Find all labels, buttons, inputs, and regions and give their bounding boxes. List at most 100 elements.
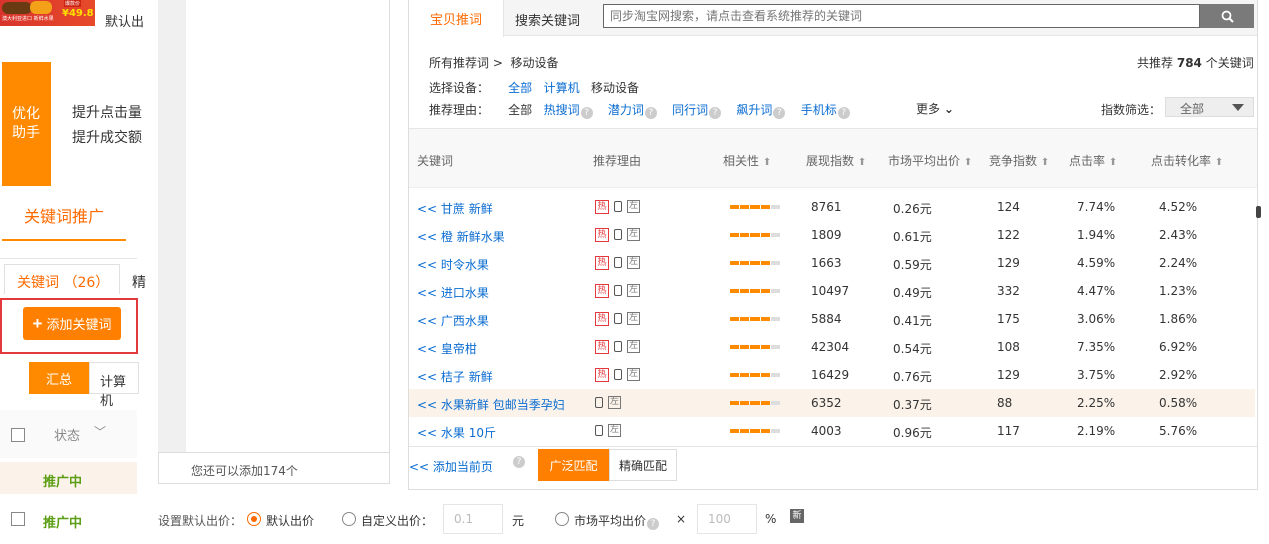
help-icon[interactable]: ? bbox=[513, 456, 525, 468]
promo-banner-image: 爆款价 澳大利亚进口 新鲜水果 ¥49.8 bbox=[0, 0, 95, 26]
reason-option-mobile[interactable]: 手机标 bbox=[801, 103, 837, 117]
reason-option-all[interactable]: 全部 bbox=[508, 103, 532, 117]
table-row[interactable]: << 甘蔗 新鲜热左 8761 0.26元 124 7.74% 4.52% bbox=[409, 193, 1255, 221]
select-all-checkbox[interactable] bbox=[11, 428, 25, 442]
cell-cvr: 2.43% bbox=[1159, 228, 1198, 242]
device-option-mobile[interactable]: 移动设备 bbox=[591, 81, 639, 95]
optimize-assistant-badge[interactable]: 优化助手 bbox=[2, 62, 51, 186]
table-row[interactable]: << 皇帝柑热左 42304 0.54元 108 7.35% 6.92% bbox=[409, 333, 1255, 361]
help-icon[interactable]: ? bbox=[837, 107, 850, 119]
chevron-down-icon[interactable]: ﹀ bbox=[94, 423, 106, 440]
custom-bid-option[interactable]: 自定义出价： bbox=[361, 512, 433, 529]
custom-bid-input[interactable] bbox=[443, 504, 503, 534]
col-avg-bid[interactable]: 市场平均出价 ⬆ bbox=[888, 152, 972, 169]
tab-item-recommend[interactable]: 宝贝推词 bbox=[409, 0, 504, 37]
scrollbar-thumb[interactable] bbox=[1256, 206, 1261, 218]
cell-ctr: 3.06% bbox=[1077, 312, 1116, 326]
keyword-link[interactable]: << 甘蔗 新鲜 bbox=[417, 200, 493, 217]
keyword-promo-title[interactable]: 关键词推广 bbox=[24, 203, 104, 227]
table-row[interactable]: << 进口水果热左 10497 0.49元 332 4.47% 1.23% bbox=[409, 277, 1255, 305]
tab-keywords[interactable]: 关键词 （26） bbox=[4, 264, 120, 294]
reason-icons: 热左 bbox=[595, 311, 640, 326]
help-icon[interactable]: ? bbox=[773, 107, 786, 119]
radio-default-bid[interactable] bbox=[247, 512, 261, 526]
tab-other[interactable]: 精 bbox=[132, 272, 146, 292]
mobile-icon bbox=[614, 257, 622, 268]
col-competition[interactable]: 竞争指数 ⬆ bbox=[989, 152, 1049, 169]
radio-custom-bid[interactable] bbox=[342, 512, 356, 526]
exact-match-button[interactable]: 精确匹配 bbox=[609, 449, 677, 481]
reason-icons: 热左 bbox=[595, 199, 640, 214]
cell-competition: 108 bbox=[997, 340, 1020, 354]
index-filter-value: 全部 bbox=[1180, 102, 1205, 116]
table-row[interactable]: << 水果新鲜 包邮当季孕妇 左 6352 0.37元 88 2.25% 0.58% bbox=[409, 389, 1255, 417]
reason-filter: 推荐理由： 全部 热搜词? 潜力词? 同行词? 飙升词? 手机标? bbox=[429, 101, 850, 119]
more-button[interactable]: 更多 ⌄ bbox=[916, 100, 954, 117]
cell-competition: 175 bbox=[997, 312, 1020, 326]
remaining-count-footer: 您还可以添加174个 bbox=[158, 452, 390, 484]
status-badge: 推广中 bbox=[43, 516, 83, 531]
add-current-page-link[interactable]: << 添加当前页 bbox=[409, 458, 493, 475]
keyword-link[interactable]: << 时令水果 bbox=[417, 256, 489, 273]
hot-icon: 热 bbox=[595, 255, 609, 270]
left-icon: 左 bbox=[608, 396, 621, 409]
help-icon[interactable]: ? bbox=[644, 107, 657, 119]
cell-competition: 124 bbox=[997, 200, 1020, 214]
search-input[interactable] bbox=[603, 4, 1200, 28]
segment-total[interactable]: 汇总 bbox=[29, 362, 89, 394]
table-row[interactable]: << 橙 新鲜水果热左 1809 0.61元 122 1.94% 2.43% bbox=[409, 221, 1255, 249]
device-filter: 选择设备： 全部 计算机 移动设备 bbox=[429, 79, 639, 96]
cell-ctr: 7.74% bbox=[1077, 200, 1116, 214]
cell-ctr: 2.25% bbox=[1077, 396, 1116, 410]
default-bid-label: 默认出 bbox=[105, 15, 145, 30]
reason-option-rising[interactable]: 飙升词 bbox=[736, 103, 772, 117]
help-icon[interactable]: ? bbox=[709, 107, 722, 119]
table-row[interactable]: << 时令水果热左 1663 0.59元 129 4.59% 2.24% bbox=[409, 249, 1255, 277]
new-badge: 新 bbox=[790, 509, 804, 523]
reason-option-hot[interactable]: 热搜词 bbox=[544, 103, 580, 117]
radio-market-bid[interactable] bbox=[555, 512, 569, 526]
status-header[interactable]: 状态 bbox=[54, 425, 80, 444]
table-row[interactable]: << 桔子 新鲜热左 16429 0.76元 129 3.75% 2.92% bbox=[409, 361, 1255, 389]
keyword-link[interactable]: << 橙 新鲜水果 bbox=[417, 228, 505, 245]
hot-icon: 热 bbox=[595, 339, 609, 354]
bid-settings-label: 设置默认出价： bbox=[158, 514, 243, 528]
tab-search-keywords[interactable]: 搜索关键词 bbox=[515, 10, 580, 29]
help-icon[interactable]: ? bbox=[647, 518, 660, 530]
keyword-link[interactable]: << 桔子 新鲜 bbox=[417, 368, 493, 385]
keyword-link[interactable]: << 水果 10斤 bbox=[417, 424, 496, 441]
keyword-link[interactable]: << 水果新鲜 包邮当季孕妇 bbox=[417, 396, 565, 413]
market-bid-option[interactable]: 市场平均出价? bbox=[574, 512, 660, 530]
keyword-link[interactable]: << 广西水果 bbox=[417, 312, 489, 329]
breadcrumb-root[interactable]: 所有推荐词 > bbox=[429, 56, 503, 70]
device-option-all[interactable]: 全部 bbox=[508, 81, 532, 95]
default-bid-option[interactable]: 默认出价 bbox=[266, 512, 314, 529]
promo-text: 澳大利亚进口 新鲜水果 bbox=[2, 16, 54, 22]
sort-icon: ⬆ bbox=[762, 157, 772, 168]
col-ctr[interactable]: 点击率 ⬆ bbox=[1069, 152, 1117, 169]
percent-input[interactable] bbox=[697, 504, 757, 534]
index-filter-select[interactable]: 全部 bbox=[1165, 97, 1254, 117]
col-relevance[interactable]: 相关性 ⬆ bbox=[723, 152, 771, 169]
table-row[interactable]: << 水果 10斤 左 4003 0.96元 117 2.19% 5.76% bbox=[409, 417, 1255, 445]
mobile-icon bbox=[614, 369, 622, 380]
left-icon: 左 bbox=[627, 368, 640, 381]
keyword-link[interactable]: << 进口水果 bbox=[417, 284, 489, 301]
search-button[interactable] bbox=[1200, 4, 1254, 28]
row-checkbox[interactable] bbox=[11, 512, 25, 526]
broad-match-button[interactable]: 广泛匹配 bbox=[538, 449, 609, 481]
add-keyword-button[interactable]: + 添加关键词 bbox=[23, 307, 121, 340]
col-cvr[interactable]: 点击转化率 ⬆ bbox=[1151, 152, 1223, 169]
col-impressions[interactable]: 展现指数 ⬆ bbox=[806, 152, 866, 169]
segment-pc[interactable]: 计算机 bbox=[89, 362, 139, 409]
cell-ctr: 1.94% bbox=[1077, 228, 1116, 242]
reason-option-potential[interactable]: 潜力词 bbox=[608, 103, 644, 117]
breadcrumb-current: 移动设备 bbox=[510, 56, 559, 70]
reason-option-peer[interactable]: 同行词 bbox=[672, 103, 708, 117]
keyword-link[interactable]: << 皇帝柑 bbox=[417, 340, 477, 357]
table-row[interactable]: << 广西水果热左 5884 0.41元 175 3.06% 1.86% bbox=[409, 305, 1255, 333]
keyword-promo-underline bbox=[2, 239, 126, 241]
sort-icon: ⬆ bbox=[857, 157, 867, 168]
help-icon[interactable]: ? bbox=[580, 107, 593, 119]
device-option-pc[interactable]: 计算机 bbox=[544, 81, 580, 95]
